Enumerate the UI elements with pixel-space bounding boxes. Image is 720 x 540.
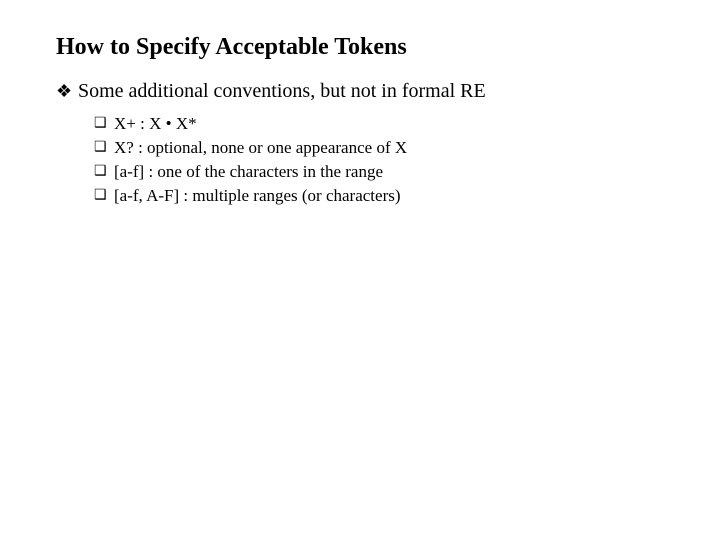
square-bullet-icon: ❑	[94, 185, 114, 207]
bullet-level1-text: Some additional conventions, but not in …	[78, 79, 486, 103]
diamond-bullet-icon: ❖	[56, 79, 78, 103]
list-item: ❑ [a-f, A-F] : multiple ranges (or chara…	[94, 185, 664, 207]
square-bullet-icon: ❑	[94, 161, 114, 183]
list-item: ❑ X? : optional, none or one appearance …	[94, 137, 664, 159]
list-item-text: X? : optional, none or one appearance of…	[114, 137, 407, 159]
list-item-text: [a-f, A-F] : multiple ranges (or charact…	[114, 185, 401, 207]
list-item: ❑ [a-f] : one of the characters in the r…	[94, 161, 664, 183]
square-bullet-icon: ❑	[94, 137, 114, 159]
bullet-level1: ❖ Some additional conventions, but not i…	[56, 79, 664, 103]
slide-page: How to Specify Acceptable Tokens ❖ Some …	[0, 0, 720, 243]
list-item-text: [a-f] : one of the characters in the ran…	[114, 161, 383, 183]
list-item-text: X+ : X • X*	[114, 113, 197, 135]
bullet-level2-list: ❑ X+ : X • X* ❑ X? : optional, none or o…	[94, 113, 664, 207]
square-bullet-icon: ❑	[94, 113, 114, 135]
slide-title: How to Specify Acceptable Tokens	[56, 34, 664, 61]
list-item: ❑ X+ : X • X*	[94, 113, 664, 135]
